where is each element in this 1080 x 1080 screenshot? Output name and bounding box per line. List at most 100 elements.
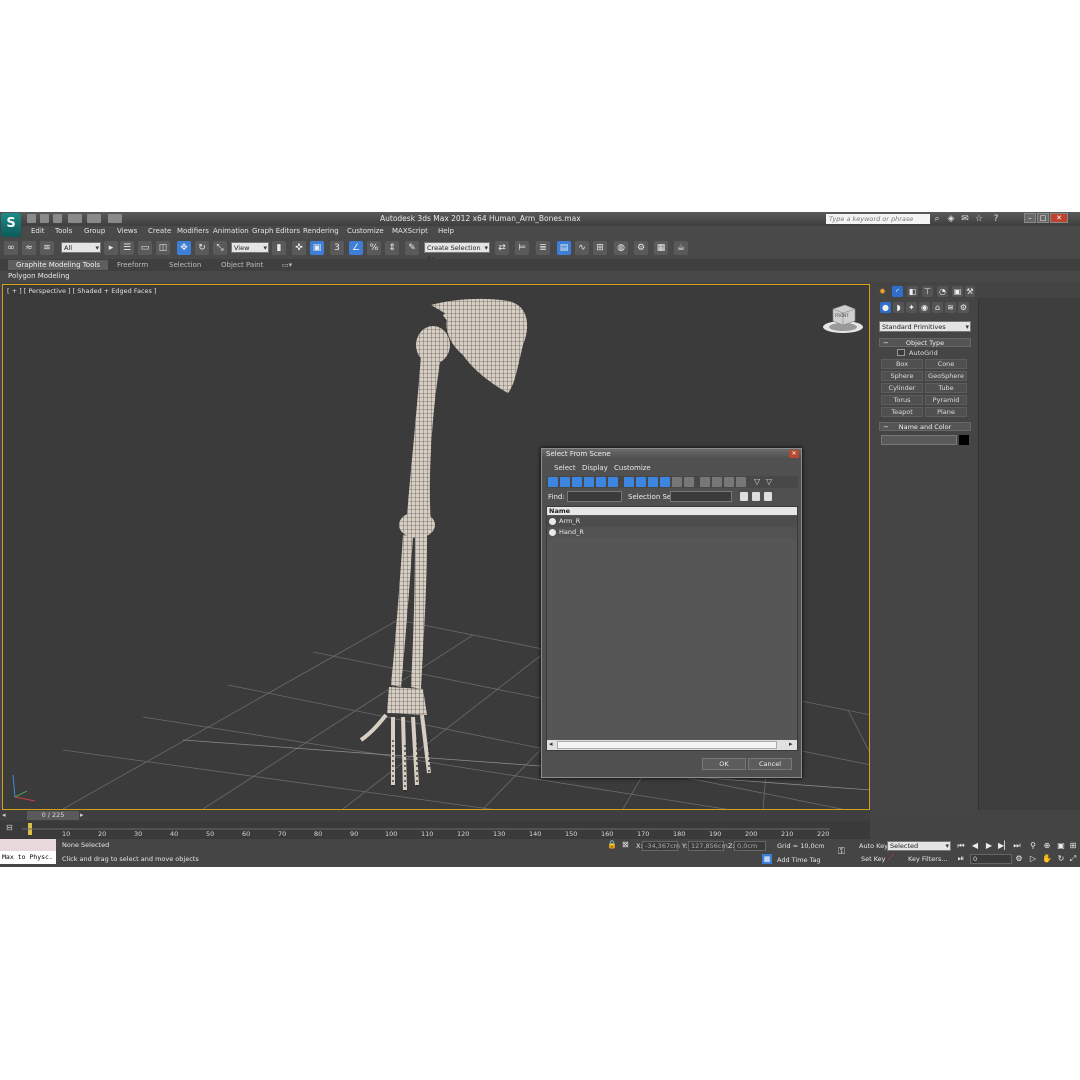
find-case-icon[interactable]: [740, 492, 748, 501]
add-time-tag-label[interactable]: Add Time Tag: [777, 856, 821, 864]
display-containers-icon[interactable]: [660, 477, 670, 487]
select-and-scale-icon[interactable]: ⤡: [213, 241, 227, 255]
edit-named-selection-icon[interactable]: ✎: [405, 241, 419, 255]
percent-snap-icon[interactable]: %: [367, 241, 381, 255]
motion-tab-icon[interactable]: ◔: [937, 286, 948, 297]
modify-tab-icon[interactable]: ◧: [907, 286, 918, 297]
field-of-view-icon[interactable]: ▷: [1028, 854, 1038, 864]
viewport-label[interactable]: [ + ] [ Perspective ] [ Shaded + Edged F…: [7, 287, 157, 295]
list-item[interactable]: Arm_R: [547, 516, 797, 527]
open-file-icon[interactable]: [40, 214, 49, 223]
keyboard-shortcut-override-icon[interactable]: ▣: [310, 241, 324, 255]
play-icon[interactable]: ▶: [984, 841, 994, 851]
bind-space-warp-icon[interactable]: ≋: [40, 241, 54, 255]
cylinder-button[interactable]: Cylinder: [881, 383, 923, 393]
menu-create[interactable]: Create: [148, 227, 171, 235]
tab-freeform[interactable]: Freeform: [117, 261, 148, 269]
schematic-view-icon[interactable]: ⊞: [593, 241, 607, 255]
menu-edit[interactable]: Edit: [31, 227, 45, 235]
scrollbar-thumb[interactable]: [557, 741, 777, 749]
select-object-icon[interactable]: ▸: [104, 241, 118, 255]
dialog-menu-select[interactable]: Select: [554, 464, 576, 472]
subscription-icon[interactable]: ◈: [946, 214, 956, 224]
display-bones-icon[interactable]: [648, 477, 658, 487]
display-cameras-icon[interactable]: [584, 477, 594, 487]
select-and-move-icon[interactable]: ✥: [177, 241, 191, 255]
geometry-icon[interactable]: ●: [880, 302, 891, 313]
z-coordinate-field[interactable]: 0,0cm: [734, 841, 766, 851]
shapes-icon[interactable]: ◗: [893, 302, 904, 313]
plane-button[interactable]: Plane: [925, 407, 967, 417]
selection-filter-select[interactable]: All: [61, 242, 101, 254]
orbit-icon[interactable]: ↻: [1056, 854, 1066, 864]
display-frozen-icon[interactable]: [672, 477, 682, 487]
display-helpers-icon[interactable]: [596, 477, 606, 487]
undo-icon[interactable]: [68, 214, 82, 223]
select-by-name-icon[interactable]: ☰: [120, 241, 134, 255]
find-wildcard-icon[interactable]: [752, 492, 760, 501]
select-dependents-icon[interactable]: [736, 477, 746, 487]
render-setup-icon[interactable]: ⚙: [634, 241, 648, 255]
dialog-title[interactable]: Select From Scene: [542, 449, 801, 459]
current-frame-field[interactable]: 0: [970, 854, 1012, 864]
project-folder-icon[interactable]: [108, 214, 122, 223]
window-crossing-icon[interactable]: ◫: [156, 241, 170, 255]
angle-snap-icon[interactable]: ∠: [349, 241, 363, 255]
dialog-close-button[interactable]: ✕: [789, 450, 799, 458]
communication-icon[interactable]: ✉: [960, 214, 970, 224]
viewcube[interactable]: FRONT: [821, 301, 865, 335]
next-frame-icon[interactable]: ▶▏: [998, 841, 1010, 851]
dialog-menu-display[interactable]: Display: [582, 464, 608, 472]
tab-selection[interactable]: Selection: [169, 261, 201, 269]
object-name-input[interactable]: [881, 435, 957, 445]
menu-group[interactable]: Group: [84, 227, 105, 235]
find-input[interactable]: [567, 491, 622, 502]
filter-options-icon[interactable]: ▽: [766, 477, 776, 487]
display-lights-icon[interactable]: [572, 477, 582, 487]
close-button[interactable]: ✕: [1050, 213, 1068, 223]
list-item[interactable]: Hand_R: [547, 527, 797, 538]
maximize-viewport-icon[interactable]: ⤢: [1068, 854, 1078, 864]
save-file-icon[interactable]: [53, 214, 62, 223]
select-and-rotate-icon[interactable]: ↻: [195, 241, 209, 255]
select-none-icon[interactable]: [712, 477, 722, 487]
zoom-all-icon[interactable]: ⊕: [1042, 841, 1052, 851]
favorites-icon[interactable]: ☆: [974, 214, 984, 224]
pivot-center-icon[interactable]: ▮: [272, 241, 286, 255]
create-tab-icon[interactable]: ◜: [892, 286, 903, 297]
torus-button[interactable]: Torus: [881, 395, 923, 405]
slider-next-icon[interactable]: ▸: [80, 811, 84, 819]
rendered-frame-window-icon[interactable]: ▦: [654, 241, 668, 255]
pyramid-button[interactable]: Pyramid: [925, 395, 967, 405]
key-mode-toggle-icon[interactable]: ⏯: [956, 854, 966, 864]
go-to-end-icon[interactable]: ⏭: [1012, 841, 1022, 851]
maxscript-listener-output[interactable]: [0, 839, 56, 851]
select-invert-icon[interactable]: [724, 477, 734, 487]
display-shapes-icon[interactable]: [560, 477, 570, 487]
key-icon[interactable]: ⚿: [838, 847, 845, 857]
previous-frame-icon[interactable]: ◀: [970, 841, 980, 851]
zoom-extents-icon[interactable]: ▣: [1056, 841, 1066, 851]
dialog-menu-customize[interactable]: Customize: [614, 464, 651, 472]
cancel-button[interactable]: Cancel: [748, 758, 792, 770]
display-groups-icon[interactable]: [624, 477, 634, 487]
help-search-input[interactable]: Type a keyword or phrase: [826, 214, 930, 224]
align-icon[interactable]: ⊨: [515, 241, 529, 255]
track-bar[interactable]: ⊟ 10 20 30 40 50 60 70 80 90 100 110 120…: [0, 821, 870, 839]
transform-mode-icon[interactable]: ⊠: [622, 840, 629, 849]
name-and-color-rollout[interactable]: Name and Color: [879, 422, 971, 431]
time-config-icon[interactable]: ⚙: [1014, 854, 1024, 864]
manipulate-icon[interactable]: ✜: [292, 241, 306, 255]
spinner-snap-icon[interactable]: ⇕: [385, 241, 399, 255]
display-space-warps-icon[interactable]: [608, 477, 618, 487]
selection-set-select[interactable]: [670, 491, 732, 502]
x-coordinate-field[interactable]: -34,367cm: [642, 841, 680, 851]
autogrid-checkbox[interactable]: [897, 349, 905, 356]
link-icon[interactable]: ∞: [4, 241, 18, 255]
add-time-tag-icon[interactable]: ▦: [762, 854, 772, 864]
object-type-rollout[interactable]: Object Type: [879, 338, 971, 347]
curve-editor-icon[interactable]: ∿: [575, 241, 589, 255]
graphite-toggle-icon[interactable]: ▤: [557, 241, 571, 255]
redo-icon[interactable]: [87, 214, 101, 223]
sun-icon[interactable]: ✹: [877, 286, 888, 297]
